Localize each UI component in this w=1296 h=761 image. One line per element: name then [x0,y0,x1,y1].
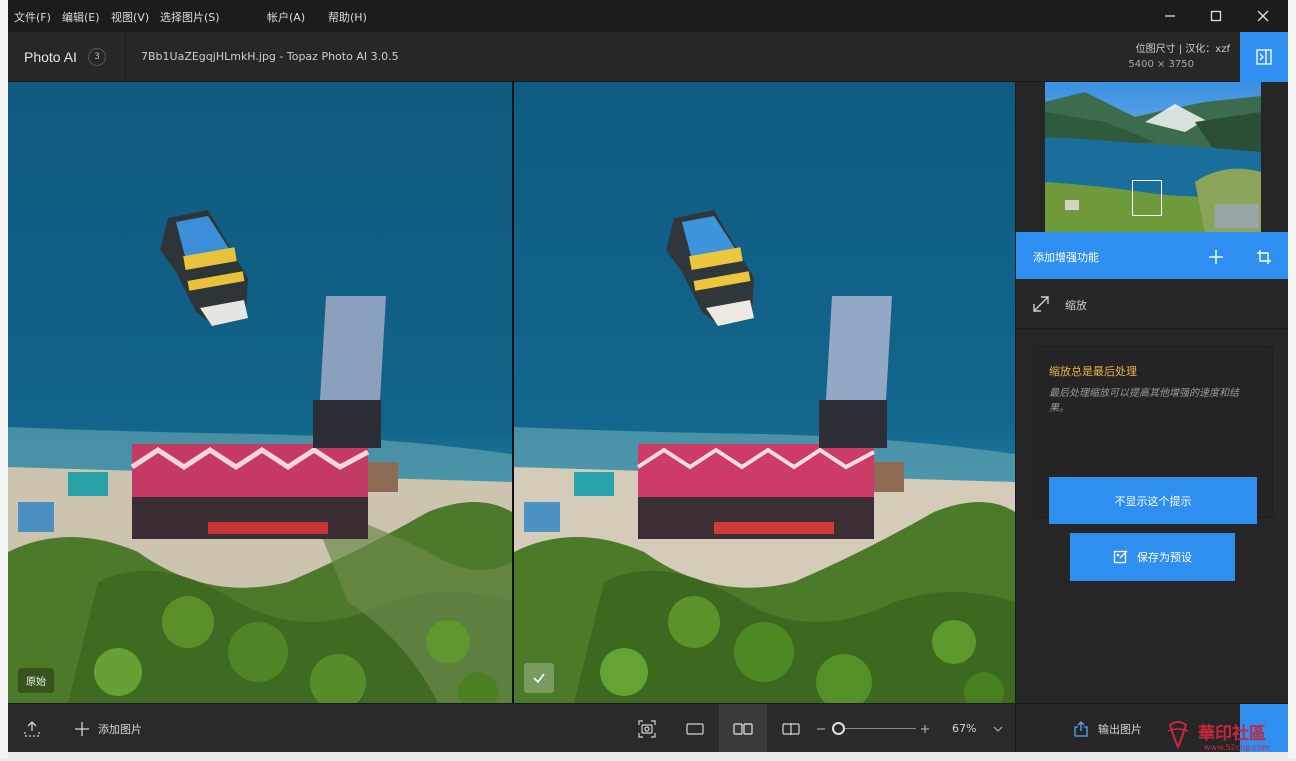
export-button[interactable]: 输出图片 [1068,704,1148,752]
expand-icon [1033,296,1049,312]
processed-image [514,82,1015,703]
screenshot-button[interactable] [628,704,666,752]
side-by-side-view-button[interactable] [719,704,767,752]
menu-edit[interactable]: 编辑(E) [62,9,100,25]
desktop-background-left [0,0,8,759]
image-size-label: 位图尺寸 | 汉化：xzf [1135,44,1230,55]
maximize-button[interactable] [1193,0,1239,32]
chevron-down-icon [993,726,1003,732]
desktop-background-right [1288,0,1296,759]
checkmark-icon [533,673,545,684]
menu-view[interactable]: 视图(V) [111,9,149,25]
dismiss-tip-button[interactable]: 不显示这个提示 [1049,477,1257,524]
export-label: 输出图片 [1098,722,1142,736]
minus-icon [817,727,825,730]
zoom-slider-knob[interactable] [832,722,846,735]
menu-select-image[interactable]: 选择图片(S) [160,9,220,25]
site-watermark: 華印社區 www.52cnp.com [1160,717,1290,757]
zoom-in-button[interactable] [918,704,932,752]
crop-button[interactable] [1252,245,1276,269]
share-icon [1074,720,1088,737]
add-image-label: 添加图片 [98,722,142,736]
upload-icon [24,720,40,737]
close-icon [1257,10,1269,22]
image-viewport[interactable]: 原始 [8,82,1015,703]
add-image-button[interactable]: 添加图片 [68,704,148,752]
upload-button[interactable] [8,704,56,752]
menu-help[interactable]: 帮助(H) [328,9,367,25]
scale-tip-card: 缩放总是最后处理 最后处理缩放可以提高其他增强的速度和结 果。 不显示这个提示 [1033,346,1273,524]
crop-icon [1257,250,1271,264]
maximize-icon [1210,10,1222,22]
single-view-button[interactable] [676,704,714,752]
camera-icon [638,719,656,738]
tip-body: 最后处理缩放可以提高其他增强的速度和结 果。 [1049,388,1239,414]
tip-title: 缩放总是最后处理 [1049,365,1137,378]
watermark-url: www.52cnp.com [1204,743,1270,752]
panel-toggle-button[interactable] [1240,32,1288,82]
zoom-level-value[interactable]: 67% [952,722,976,735]
watermark-text: 華印社區 [1198,724,1266,744]
plus-icon [75,721,89,736]
menu-bar: 文件(F) 编辑(E) 视图(V) 选择图片(S) 帐户(A) 帮助(H) [8,0,1288,32]
app-header: Photo AI 3 7Bb1UaZEgqjHLmkH.jpg - Topaz … [8,32,1288,82]
menu-account[interactable]: 帐户(A) [267,9,305,25]
save-preset-label: 保存为预设 [1137,551,1192,564]
add-enhancement-button[interactable] [1204,245,1228,269]
plus-icon [1209,250,1223,264]
zoom-out-button[interactable] [814,704,828,752]
minimize-icon [1165,15,1175,17]
preview-check-button[interactable] [524,663,554,693]
side-panel: 添加增强功能 缩放 缩放总是最后处理 最后处理缩放可以提高其他增强的速度和结 果… [1015,82,1288,703]
minimize-button[interactable] [1147,0,1193,32]
processed-preview-pane[interactable] [514,82,1015,703]
zoom-slider-track[interactable] [834,728,916,729]
single-view-icon [686,722,704,735]
app-window: 文件(F) 编辑(E) 视图(V) 选择图片(S) 帐户(A) 帮助(H) Ph… [8,0,1288,752]
add-enhancement-bar[interactable]: 添加增强功能 [1016,232,1288,279]
image-size-value: 5400 × 3750 [1128,59,1194,70]
original-image [8,82,512,703]
zoom-dropdown-button[interactable] [988,704,1008,752]
navigator-thumbnail[interactable] [1045,82,1261,232]
scale-label: 缩放 [1065,299,1087,312]
document-title: 7Bb1UaZEgqjHLmkH.jpg - Topaz Photo AI 3.… [141,50,399,63]
bottom-toolbar: 添加图片 67% 输出图片 [8,703,1288,752]
save-preset-button[interactable]: 保存为预设 [1070,533,1235,581]
side-by-side-icon [733,722,753,735]
add-enhancement-label: 添加增强功能 [1033,251,1099,264]
original-label: 原始 [18,668,54,693]
edit-preset-icon [1113,550,1128,564]
menu-file[interactable]: 文件(F) [14,9,51,25]
original-preview-pane[interactable]: 原始 [8,82,512,703]
split-view-button[interactable] [772,704,810,752]
navigator-viewport-rect[interactable] [1132,180,1162,216]
close-button[interactable] [1240,0,1286,32]
app-brand: Photo AI [24,49,77,65]
sidebar-toggle-icon [1256,49,1272,65]
image-count-badge[interactable]: 3 [88,48,106,66]
scale-enhancement-row[interactable]: 缩放 [1016,279,1288,329]
header-divider [125,32,126,82]
plus-icon [921,724,929,733]
split-view-icon [782,722,800,735]
